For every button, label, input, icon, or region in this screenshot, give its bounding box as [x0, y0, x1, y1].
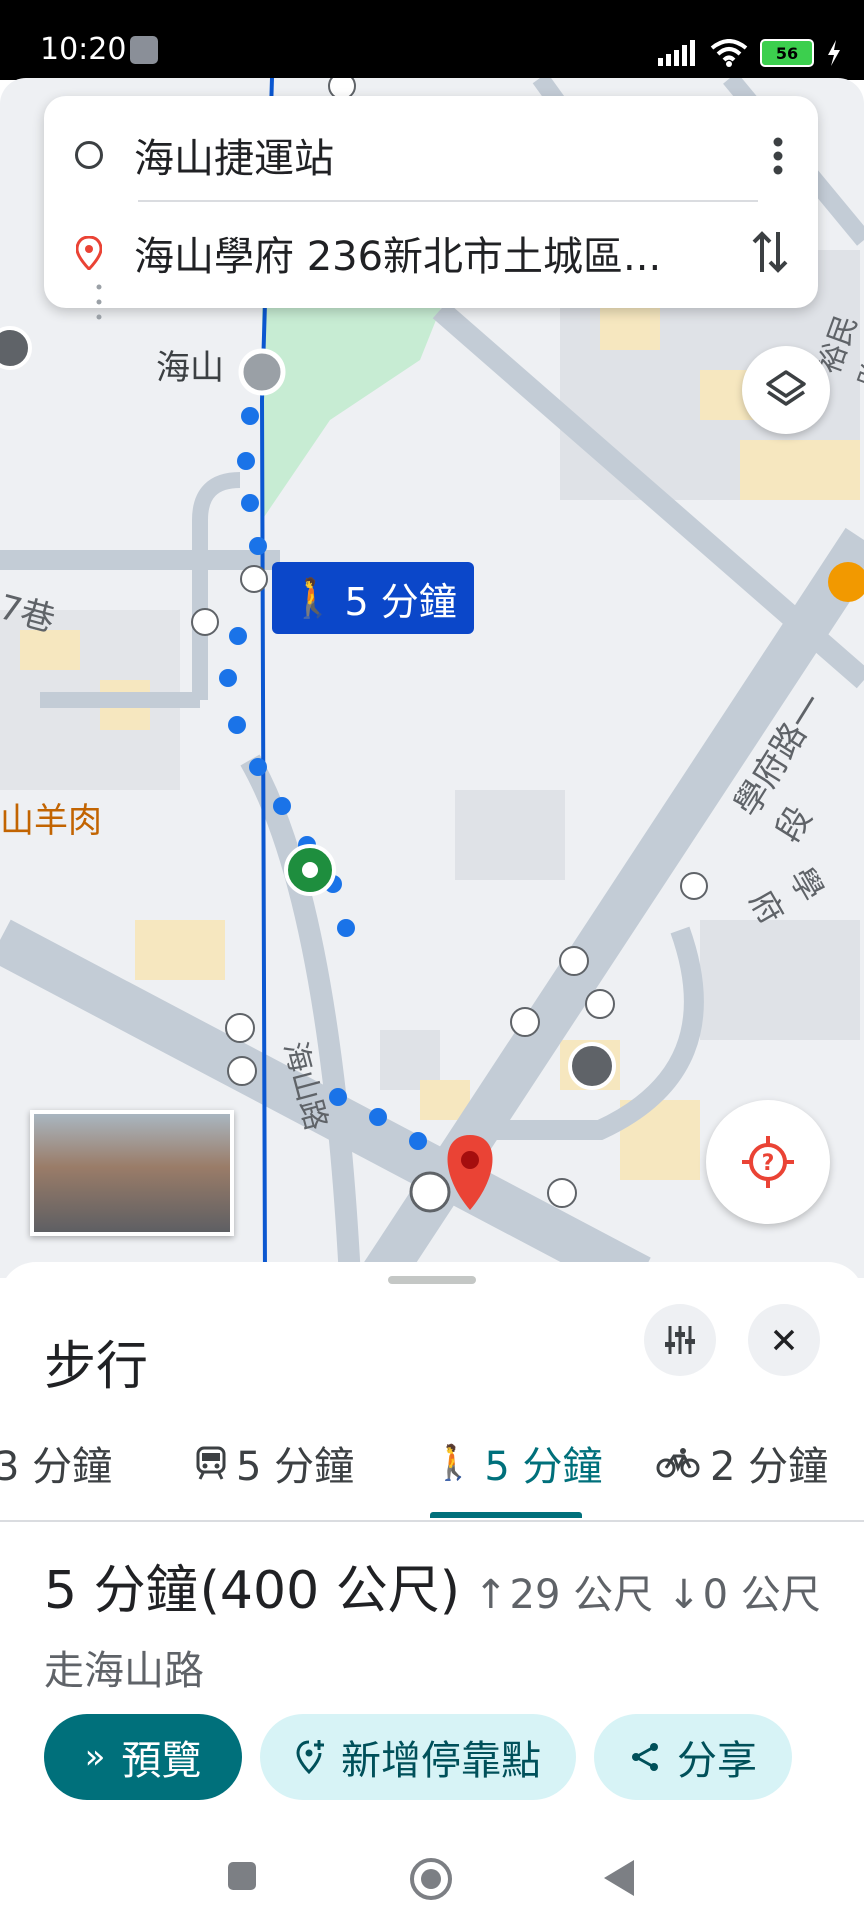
descent-value: 0 公尺 — [702, 1572, 821, 1618]
route-duration-label[interactable]: 🚶 5 分鐘 — [272, 562, 474, 634]
destination-pin-icon — [76, 236, 102, 270]
layers-icon — [766, 370, 806, 406]
tune-icon — [665, 1326, 695, 1354]
origin-input[interactable]: 海山捷運站 — [134, 126, 818, 184]
mode-title: 步行 — [44, 1337, 149, 1397]
origin-row[interactable]: 海山捷運站 — [44, 110, 818, 200]
travel-mode-tabs: 3 分鐘 5 分鐘 🚶 5 分鐘 2 分鐘 — [0, 1408, 864, 1522]
route-duration: 5 分鐘 — [44, 1561, 198, 1621]
status-bar: 10:20 56 — [0, 0, 864, 80]
charging-icon — [828, 40, 840, 66]
ascent-value: 29 公尺 — [509, 1572, 654, 1618]
double-chevron-icon: » — [84, 1737, 106, 1777]
add-location-icon — [296, 1740, 324, 1775]
status-icons: 56 — [658, 36, 842, 70]
ascent-icon: ↑ — [473, 1572, 508, 1618]
directions-search-card: 海山捷運站 海山學府 236新北市土城區... — [44, 96, 818, 320]
more-options-icon[interactable] — [772, 136, 784, 176]
battery-icon: 56 — [760, 39, 814, 67]
origin-circle-icon — [75, 141, 103, 169]
route-options-button[interactable] — [644, 1304, 716, 1376]
tab-cycling[interactable]: 2 分鐘 — [656, 1408, 828, 1518]
signal-icon — [658, 40, 695, 66]
layers-button[interactable] — [742, 346, 830, 434]
close-icon — [773, 1329, 795, 1351]
status-time: 10:20 — [40, 32, 127, 67]
wrench-icon — [130, 36, 158, 64]
walk-icon: 🚶 — [432, 1443, 475, 1483]
map-label-restaurant: 山羊肉 — [0, 801, 102, 841]
swap-icon[interactable] — [750, 228, 790, 276]
tab-transit[interactable]: 5 分鐘 — [196, 1408, 354, 1518]
route-summary: 5 分鐘 (400 公尺) ↑ 29 公尺 ↓ 0 公尺 — [44, 1548, 821, 1623]
tab-walking[interactable]: 🚶 5 分鐘 — [432, 1408, 603, 1518]
map-label-station: 海山 — [156, 348, 224, 388]
system-nav-bar — [0, 1830, 864, 1920]
location-unknown-icon: ? — [742, 1136, 794, 1188]
destination-row[interactable]: 海山學府 236新北市土城區... — [44, 208, 818, 298]
home-icon[interactable] — [408, 1856, 454, 1902]
add-stop-button[interactable]: 新增停靠點 — [260, 1714, 576, 1800]
route-distance: (400 公尺) — [199, 1561, 460, 1621]
search-divider — [138, 200, 758, 202]
bike-icon — [656, 1448, 700, 1478]
wifi-icon — [710, 39, 748, 67]
street-view-thumbnail[interactable] — [30, 1110, 234, 1236]
share-icon — [632, 1743, 658, 1771]
route-via: 走海山路 — [44, 1648, 204, 1694]
preview-button[interactable]: » 預覽 — [44, 1714, 242, 1800]
back-icon[interactable] — [602, 1858, 636, 1898]
recent-apps-icon[interactable] — [226, 1860, 258, 1892]
descent-icon: ↓ — [667, 1572, 701, 1618]
active-tab-indicator — [430, 1512, 582, 1518]
walk-icon: 🚶 — [289, 575, 337, 620]
transit-icon — [196, 1446, 226, 1480]
my-location-button[interactable]: ? — [706, 1100, 830, 1224]
close-button[interactable] — [748, 1304, 820, 1376]
share-button[interactable]: 分享 — [594, 1714, 792, 1800]
svg-text:?: ? — [762, 1151, 775, 1176]
tab-driving[interactable]: 3 分鐘 — [0, 1408, 112, 1518]
destination-input[interactable]: 海山學府 236新北市土城區... — [134, 224, 818, 282]
sheet-handle[interactable] — [388, 1276, 476, 1284]
directions-sheet: 步行 3 分鐘 5 分鐘 🚶 5 分鐘 2 分鐘 5 分鐘 (400 公尺) ↑… — [0, 1262, 864, 1920]
